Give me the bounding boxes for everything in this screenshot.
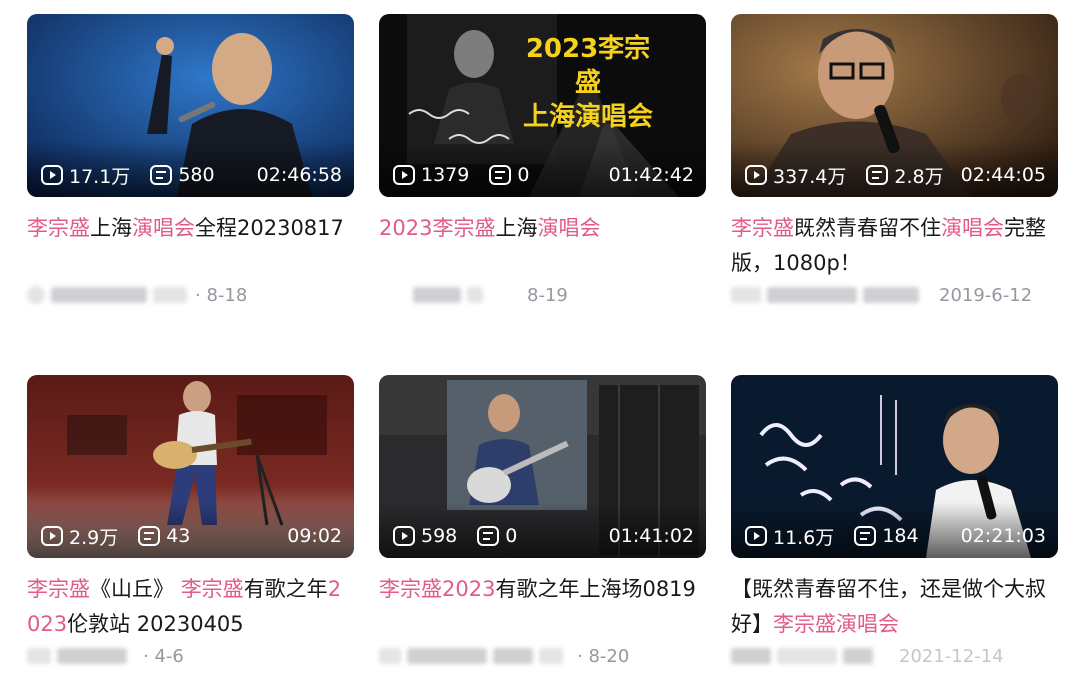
title-text: 伦敦站 20230405 [67, 612, 244, 636]
video-stats: 1379 0 01:42:42 [393, 163, 694, 187]
title-text: 有歌之年上海场0819 [495, 577, 696, 601]
video-stats: 17.1万 580 02:46:58 [41, 163, 342, 188]
video-thumbnail[interactable]: 337.4万 2.8万 02:44:05 [731, 14, 1058, 197]
video-card[interactable]: 337.4万 2.8万 02:44:05 李宗盛既然青春留不住演唱会完整版，10… [731, 14, 1058, 309]
uploader-name[interactable] [57, 648, 127, 664]
uploader-name[interactable] [767, 287, 857, 303]
thumbnail-title-art: 2023李宗盛 上海演唱会 [522, 34, 653, 132]
play-count-icon [393, 165, 415, 185]
upload-date: 8-19 [527, 284, 568, 306]
video-stats: 337.4万 2.8万 02:44:05 [745, 163, 1046, 188]
danmaku-count: 184 [882, 525, 919, 547]
uploader-avatar[interactable] [731, 287, 761, 303]
danmaku-icon [477, 526, 500, 546]
title-text: 全程20230817 [195, 216, 344, 240]
upload-date: · 8-18 [195, 284, 248, 306]
view-count: 2.9万 [69, 526, 119, 549]
view-count: 598 [421, 525, 458, 547]
danmaku-icon [138, 526, 161, 546]
video-card[interactable]: 2023李宗盛 上海演唱会 1379 0 01:42:42 2023李宗盛上海演… [379, 14, 706, 309]
video-duration: 02:21:03 [960, 525, 1046, 547]
title-keyword: 李宗盛演唱会 [773, 612, 899, 636]
video-title[interactable]: 2023李宗盛上海演唱会 [379, 211, 706, 281]
uploader-name[interactable] [777, 648, 837, 664]
title-text: 上海 [90, 216, 132, 240]
video-card[interactable]: 11.6万 184 02:21:03 【既然青春留不住，还是做个大叔好】李宗盛演… [731, 375, 1058, 670]
title-text: 有歌之年 [243, 577, 328, 601]
view-count: 1379 [421, 164, 470, 186]
title-keyword: 2023李宗盛 [379, 216, 496, 240]
danmaku-icon [150, 165, 173, 185]
video-title[interactable]: 【既然青春留不住，还是做个大叔好】李宗盛演唱会 [731, 572, 1058, 642]
title-text: 《山丘》 [90, 577, 181, 601]
uploader-avatar[interactable] [27, 286, 45, 304]
video-thumbnail[interactable]: 2.9万 43 09:02 [27, 375, 354, 558]
danmaku-count: 580 [178, 164, 215, 186]
video-thumbnail[interactable]: 17.1万 580 02:46:58 [27, 14, 354, 197]
uploader-avatar[interactable] [731, 648, 771, 664]
video-duration: 09:02 [287, 525, 342, 547]
play-count-icon [393, 526, 415, 546]
danmaku-count: 2.8万 [894, 165, 944, 188]
video-title[interactable]: 李宗盛《山丘》 李宗盛有歌之年2023伦敦站 20230405 [27, 572, 354, 642]
video-card[interactable]: 2.9万 43 09:02 李宗盛《山丘》 李宗盛有歌之年2023伦敦站 202… [27, 375, 354, 670]
video-stats: 598 0 01:41:02 [393, 524, 694, 548]
view-count: 17.1万 [69, 165, 131, 188]
video-meta: · 8-20 [379, 642, 706, 670]
video-duration: 02:44:05 [960, 164, 1046, 186]
title-keyword: 演唱会 [132, 216, 195, 240]
video-meta: 8-19 [379, 281, 706, 309]
video-thumbnail[interactable]: 2023李宗盛 上海演唱会 1379 0 01:42:42 [379, 14, 706, 197]
title-keyword: 李宗盛2023 [379, 577, 496, 601]
video-meta: · 4-6 [27, 642, 354, 670]
video-title[interactable]: 李宗盛既然青春留不住演唱会完整版，1080p！ [731, 211, 1058, 281]
video-stats: 2.9万 43 09:02 [41, 524, 342, 549]
video-stats: 11.6万 184 02:21:03 [745, 524, 1046, 549]
uploader-name[interactable] [407, 648, 487, 664]
title-text: 既然青春留不住 [794, 216, 941, 240]
video-meta: · 8-18 [27, 281, 354, 309]
danmaku-icon [866, 165, 889, 185]
danmaku-icon [489, 165, 512, 185]
upload-date: · 4-6 [143, 645, 184, 667]
danmaku-count: 0 [517, 164, 530, 186]
video-thumbnail[interactable]: 598 0 01:41:02 [379, 375, 706, 558]
video-duration: 01:41:02 [608, 525, 694, 547]
danmaku-icon [854, 526, 877, 546]
view-count: 11.6万 [773, 526, 835, 549]
video-card[interactable]: 17.1万 580 02:46:58 李宗盛上海演唱会全程20230817 · … [27, 14, 354, 309]
danmaku-count: 0 [505, 525, 518, 547]
video-duration: 02:46:58 [256, 164, 342, 186]
video-meta: 2019-6-12 [731, 281, 1058, 309]
uploader-avatar[interactable] [379, 648, 401, 664]
uploader-avatar[interactable] [27, 648, 51, 664]
title-keyword: 李宗盛 [731, 216, 794, 240]
play-count-icon [41, 165, 63, 185]
title-keyword: 李宗盛 [27, 577, 90, 601]
title-keyword: 演唱会 [537, 216, 601, 240]
uploader-name[interactable] [51, 287, 147, 303]
title-keyword: 李宗盛 [27, 216, 90, 240]
video-title[interactable]: 李宗盛上海演唱会全程20230817 [27, 211, 354, 281]
video-card[interactable]: 598 0 01:41:02 李宗盛2023有歌之年上海场0819 · 8-20 [379, 375, 706, 670]
video-duration: 01:42:42 [608, 164, 694, 186]
title-keyword: 李宗盛 [180, 577, 244, 601]
video-thumbnail[interactable]: 11.6万 184 02:21:03 [731, 375, 1058, 558]
view-count: 337.4万 [773, 165, 847, 188]
play-count-icon [41, 526, 63, 546]
uploader-name[interactable] [413, 287, 461, 303]
play-count-icon [745, 526, 767, 546]
video-meta: 2021-12-14 [731, 642, 1058, 670]
danmaku-count: 43 [166, 525, 191, 547]
upload-date: 2021-12-14 [899, 645, 1004, 667]
play-count-icon [745, 165, 767, 185]
title-keyword: 演唱会 [941, 216, 1004, 240]
title-text: 上海 [495, 216, 538, 240]
upload-date: · 8-20 [577, 645, 630, 667]
video-title[interactable]: 李宗盛2023有歌之年上海场0819 [379, 572, 706, 642]
upload-date: 2019-6-12 [939, 284, 1033, 306]
